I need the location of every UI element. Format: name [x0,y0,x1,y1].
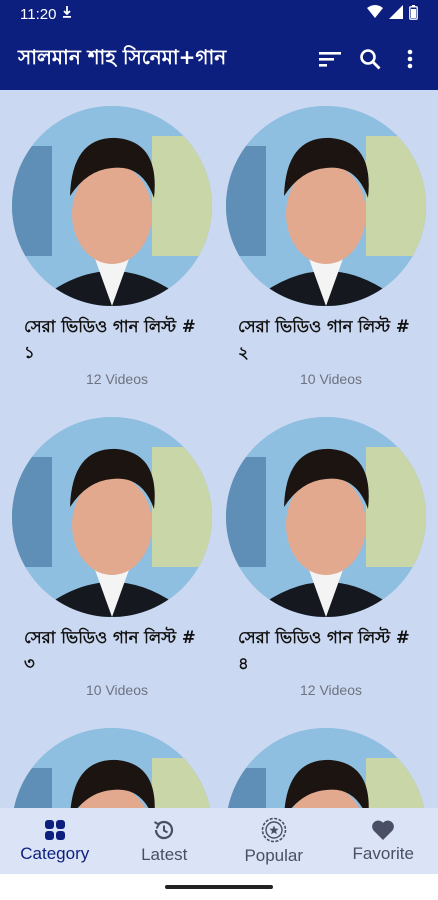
category-thumbnail[interactable] [12,417,212,617]
app-title: সালমান শাহ সিনেমা+গান [18,44,227,69]
category-thumbnail[interactable] [226,417,426,617]
sort-button[interactable] [310,39,350,79]
video-count: 10 Videos [85,682,148,698]
home-indicator[interactable] [165,885,273,889]
wifi-icon [367,5,383,23]
more-options-button[interactable] [390,39,430,79]
more-vert-icon [407,49,413,69]
nav-label: Favorite [352,843,414,863]
gesture-bar [0,874,438,900]
grid-icon [44,819,65,840]
nav-popular[interactable]: Popular [219,808,329,874]
category-title: সেরা ভিডিও গান লিস্ট # ২ [238,317,410,362]
category-thumbnail[interactable] [226,106,426,306]
nav-category[interactable]: Category [0,808,110,874]
nav-label: Popular [244,845,304,865]
category-title: সেরা ভিডিও গান লিস্ট # ৪ [238,628,410,673]
video-count: 10 Videos [299,371,362,387]
category-title: সেরা ভিডিও গান লিস্ট # ১ [24,317,196,362]
nav-label: Category [20,843,90,863]
search-button[interactable] [350,39,390,79]
category-title: সেরা ভিডিও গান লিস্ট # ৩ [24,628,196,673]
status-time: 11:20 [20,5,57,23]
signal-icon [389,5,403,23]
category-thumbnail[interactable] [12,728,212,808]
category-thumbnail[interactable] [12,106,212,306]
nav-latest[interactable]: Latest [110,808,220,874]
download-icon [62,5,72,23]
category-grid: সেরা ভিডিও গান লিস্ট # ১ 12 Videos সেরা … [0,90,438,808]
battery-icon [409,4,418,24]
bottom-navigation: Category Latest Popular Favorite [0,808,438,874]
heart-icon [372,820,395,840]
status-bar: 11:20 [0,0,438,28]
search-icon [360,49,381,70]
star-badge-icon [261,817,287,842]
video-count: 12 Videos [299,682,362,698]
category-thumbnail[interactable] [226,728,426,808]
history-icon [154,820,174,839]
sort-icon [319,52,341,67]
nav-favorite[interactable]: Favorite [329,808,438,874]
video-count: 12 Videos [85,371,148,387]
nav-label: Latest [141,844,188,864]
app-bar: সালমান শাহ সিনেমা+গান [0,28,438,90]
